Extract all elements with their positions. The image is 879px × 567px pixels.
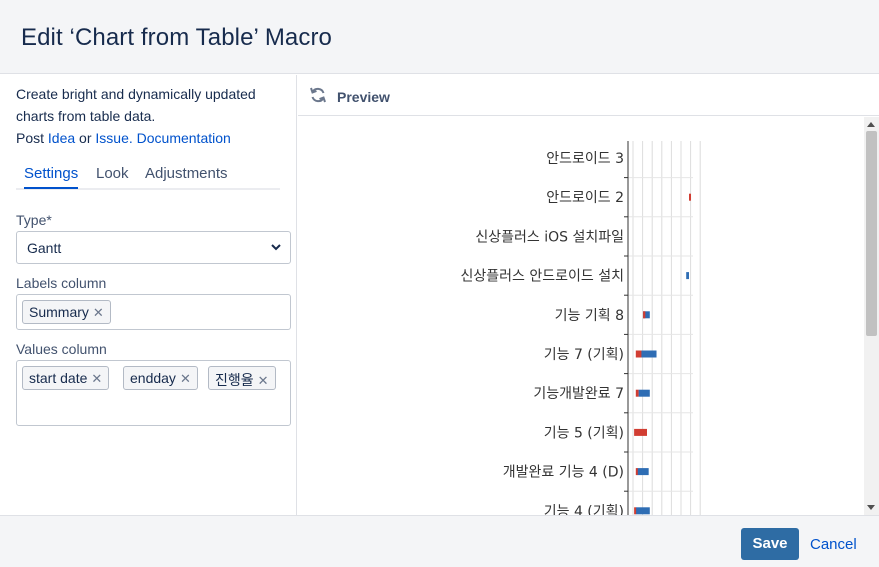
type-label: Type*: [16, 212, 52, 228]
values-column-label: Values column: [16, 341, 107, 357]
issue-link[interactable]: Issue.: [95, 130, 132, 146]
dialog-header: Edit ‘Chart from Table’ Macro: [0, 0, 879, 74]
tab-settings[interactable]: Settings: [24, 165, 79, 189]
gantt-bar: [634, 428, 647, 436]
chevron-down-icon: [271, 244, 281, 251]
labels-column-label: Labels column: [16, 275, 107, 291]
gantt-bar: [635, 389, 639, 397]
values-tag: 진행율 ✕: [208, 366, 276, 390]
scroll-up-icon[interactable]: [867, 122, 875, 127]
category-label: 기능 7 (기획): [544, 347, 624, 363]
gantt-bar: [635, 468, 638, 476]
type-select[interactable]: Gantt: [16, 231, 291, 264]
gantt-bar: [637, 468, 649, 476]
remove-tag-icon[interactable]: ✕: [91, 371, 102, 386]
values-tag-text: 진행율: [215, 372, 254, 388]
settings-tabs: Settings Look Adjustments: [16, 163, 280, 190]
settings-panel: Create bright and dynamically updated ch…: [0, 75, 297, 515]
gantt-bar: [689, 193, 691, 201]
preview-header: Preview: [298, 75, 879, 116]
idea-link[interactable]: Idea: [48, 130, 75, 146]
category-label: 안드로이드 3: [546, 151, 624, 167]
values-tag-text: start date: [29, 370, 88, 386]
post-label: Post: [16, 130, 45, 146]
category-label: 기능 5 (기획): [544, 425, 624, 441]
tab-look[interactable]: Look: [96, 165, 129, 187]
gantt-bar: [634, 507, 637, 515]
refresh-icon[interactable]: [309, 86, 327, 104]
labels-column-field[interactable]: Summary ✕: [16, 294, 291, 330]
gantt-chart: 안드로이드 3 안드로이드 2 신상플러스 iOS 설치파일신상플러스 안드로이드 …: [461, 141, 701, 515]
preview-label: Preview: [337, 89, 390, 105]
category-label: 기능개발완료 7: [533, 386, 624, 402]
cancel-button[interactable]: Cancel: [810, 536, 857, 553]
remove-tag-icon[interactable]: ✕: [93, 305, 104, 320]
gantt-bar: [643, 311, 646, 319]
tab-adjustments[interactable]: Adjustments: [145, 165, 228, 187]
values-tag: endday ✕: [123, 366, 198, 390]
gantt-bar: [639, 350, 657, 358]
macro-description: Create bright and dynamically updated ch…: [16, 83, 286, 149]
category-label: 신상플러스 안드로이드 설치: [461, 269, 624, 285]
labels-tag-text: Summary: [29, 304, 89, 320]
gantt-bar: [638, 389, 650, 397]
values-tag-text: endday: [130, 370, 176, 386]
preview-scrollbar[interactable]: [864, 117, 879, 515]
category-label: 개발완료 기능 4 (D): [503, 465, 624, 481]
gantt-bar: [635, 350, 642, 358]
category-label: 신상플러스 iOS 설치파일: [475, 229, 624, 245]
description-line2: charts from table data.: [16, 108, 156, 124]
dialog-title: Edit ‘Chart from Table’ Macro: [21, 24, 333, 51]
values-column-field[interactable]: start date ✕ endday ✕ 진행율 ✕: [16, 360, 291, 426]
scroll-down-icon[interactable]: [867, 505, 875, 510]
save-button[interactable]: Save: [741, 528, 799, 560]
or-label: or: [79, 130, 92, 146]
values-tag: start date ✕: [22, 366, 110, 390]
gantt-bar: [635, 507, 650, 515]
type-select-value: Gantt: [27, 240, 62, 256]
remove-tag-icon[interactable]: ✕: [258, 373, 269, 388]
category-label: 기능 기획 8: [555, 308, 624, 324]
gantt-bar: [686, 272, 689, 280]
description-line1: Create bright and dynamically updated: [16, 86, 256, 102]
scrollbar-thumb[interactable]: [866, 131, 877, 336]
category-label: 기능 4 (기획): [544, 504, 624, 515]
preview-panel: Preview 안드로이드 3 안드로이드 2 신상플러스 iOS 설치파일신상플러…: [298, 75, 879, 515]
chart-preview: 안드로이드 3 안드로이드 2 신상플러스 iOS 설치파일신상플러스 안드로이드 …: [298, 117, 862, 515]
documentation-link[interactable]: Documentation: [137, 130, 231, 146]
labels-tag: Summary ✕: [22, 300, 111, 324]
remove-tag-icon[interactable]: ✕: [180, 371, 191, 386]
category-label: 안드로이드 2: [546, 190, 624, 206]
dialog-footer: Save Cancel: [0, 515, 879, 567]
